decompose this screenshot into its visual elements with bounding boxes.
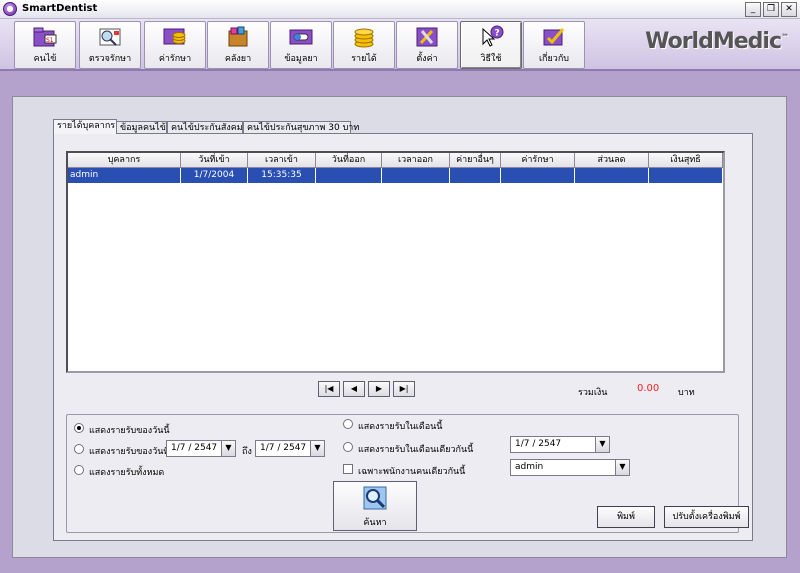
radio-same-month-label: แสดงรายรับในเดือนเดียวกันนี้ [358,445,474,455]
date-from-picker[interactable]: 1/7 / 2547 ▼ [166,440,236,457]
toolbar-button-settings[interactable]: ตั้งค่า [396,21,458,69]
pharmacy-icon [228,26,248,47]
chevron-down-icon[interactable]: ▼ [615,460,629,475]
minimize-button[interactable]: _ [745,2,761,17]
table-cell [575,168,649,183]
tab-page: บุคลากร วันที่เข้า เวลาเข้า วันที่ออก เว… [53,133,753,541]
nav-first-button[interactable]: |◀ [318,381,340,397]
radio-today-label: แสดงรายรับของวันนี้ [89,426,170,436]
toolbar-button-fees[interactable]: ค่ารักษา [144,21,206,69]
magnifier-icon [363,486,387,510]
close-button[interactable]: ✕ [781,2,797,17]
table-cell: 15:35:35 [248,168,316,183]
toolbar-label: รายได้ [351,54,377,64]
nav-last-button[interactable]: ▶| [393,381,415,397]
total-label: รวมเงิน [578,388,608,398]
column-header[interactable]: วันที่ออก [316,153,382,168]
date-from-value: 1/7 / 2547 [171,443,218,453]
patient-folder-icon: S1 [33,27,57,47]
month-picker[interactable]: 1/7 / 2547 ▼ [510,436,610,453]
column-header[interactable]: เวลาเข้า [248,153,316,168]
table-cell [450,168,501,183]
radio-all-label: แสดงรายรับทั้งหมด [89,468,165,478]
radio-this-month[interactable] [343,419,353,429]
table-row[interactable]: admin 1/7/2004 15:35:35 [68,168,723,183]
toolbar-button-patient[interactable]: S1 คนไข้ [14,21,76,69]
print-button[interactable]: พิมพ์ [597,506,655,528]
radio-by-date-label: แสดงรายรับของวันที่ [89,447,170,457]
column-header[interactable]: ส่วนลด [575,153,649,168]
toolbar-label: ตั้งค่า [416,54,438,64]
date-to-label: ถึง [242,447,252,457]
search-button[interactable]: ค้นหา [333,481,417,531]
toolbar-label: ค่ารักษา [158,54,192,64]
radio-all[interactable] [74,465,84,475]
column-header[interactable]: ค่ายาอื่นๆ [450,153,501,168]
radio-by-date[interactable] [74,444,84,454]
toolbar-button-help[interactable]: ? วิธีใช้ [460,21,522,69]
examination-icon [99,28,121,46]
toolbar-label: คนไข้ [33,54,57,64]
staff-select[interactable]: admin ▼ [510,459,630,476]
chevron-down-icon[interactable]: ▼ [221,441,235,456]
toolbar-label: วิธีใช้ [480,54,502,64]
brand-logo: WorldMedic™ [645,29,789,54]
checkbox-same-staff[interactable] [343,464,353,474]
filter-options-group: แสดงรายรับของวันนี้ แสดงรายรับของวันที่ … [66,414,749,533]
column-header[interactable]: วันที่เข้า [181,153,248,168]
toolbar-button-pharmacy[interactable]: คลังยา [207,21,269,69]
date-to-picker[interactable]: 1/7 / 2547 ▼ [255,440,325,457]
svg-text:S1: S1 [46,37,54,44]
table-cell [382,168,450,183]
toolbar-button-about[interactable]: เกี่ยวกับ [523,21,585,69]
content-panel: รายได้บุคลากร ข้อมูลคนไข้ คนไข้ประกันสัง… [12,96,787,558]
income-grid[interactable]: บุคลากร วันที่เข้า เวลาเข้า วันที่ออก เว… [66,151,725,373]
printer-setup-button[interactable]: ปรับตั้งเครื่องพิมพ์ [664,506,749,528]
radio-same-month[interactable] [343,442,353,452]
tab-staff-income[interactable]: รายได้บุคลากร [53,119,117,134]
toolbar-button-examination[interactable]: ตรวจรักษา [79,21,141,69]
column-header[interactable]: บุคลากร [68,153,181,168]
total-unit: บาท [678,388,695,398]
table-cell [649,168,723,183]
help-icon: ? [482,25,504,47]
settings-tools-icon [416,27,438,47]
income-icon [354,28,374,48]
staff-value: admin [515,462,544,472]
title-bar: ● SmartDentist _ ❐ ✕ [0,0,800,19]
maximize-button[interactable]: ❐ [763,2,779,17]
app-logo-icon: ● [3,2,17,16]
date-to-value: 1/7 / 2547 [260,443,307,453]
table-cell [501,168,575,183]
main-toolbar: S1 คนไข้ ตรวจรักษา ค่ารักษา คลังยา ข้อมู… [0,19,800,71]
nav-next-button[interactable]: ▶ [368,381,390,397]
column-header[interactable]: เงินสุทธิ [649,153,723,168]
month-value: 1/7 / 2547 [515,439,562,449]
svg-text:?: ? [495,29,500,39]
table-cell [316,168,382,183]
column-header[interactable]: เวลาออก [382,153,450,168]
radio-this-month-label: แสดงรายรับในเดือนนี้ [358,422,443,432]
chevron-down-icon[interactable]: ▼ [310,441,324,456]
toolbar-label: เกี่ยวกับ [538,54,569,64]
radio-today[interactable] [74,423,84,433]
search-button-label: ค้นหา [363,518,387,528]
toolbar-label: คลังยา [224,54,252,64]
nav-prev-button[interactable]: ◀ [343,381,365,397]
table-cell: admin [68,168,181,183]
drug-info-icon [289,29,313,45]
total-value: 0.00 [637,383,660,394]
toolbar-label: ข้อมูลยา [284,54,318,64]
treatment-fee-icon [163,28,186,45]
toolbar-button-income[interactable]: รายได้ [333,21,395,69]
chevron-down-icon[interactable]: ▼ [595,437,609,452]
window-title: SmartDentist [22,3,98,14]
checkbox-same-staff-label: เฉพาะพนักงานคนเดียวกันนี้ [358,467,466,477]
table-cell: 1/7/2004 [181,168,248,183]
column-header[interactable]: ค่ารักษา [501,153,575,168]
toolbar-button-drug-info[interactable]: ข้อมูลยา [270,21,332,69]
toolbar-label: ตรวจรักษา [88,54,132,64]
about-icon [543,28,565,46]
